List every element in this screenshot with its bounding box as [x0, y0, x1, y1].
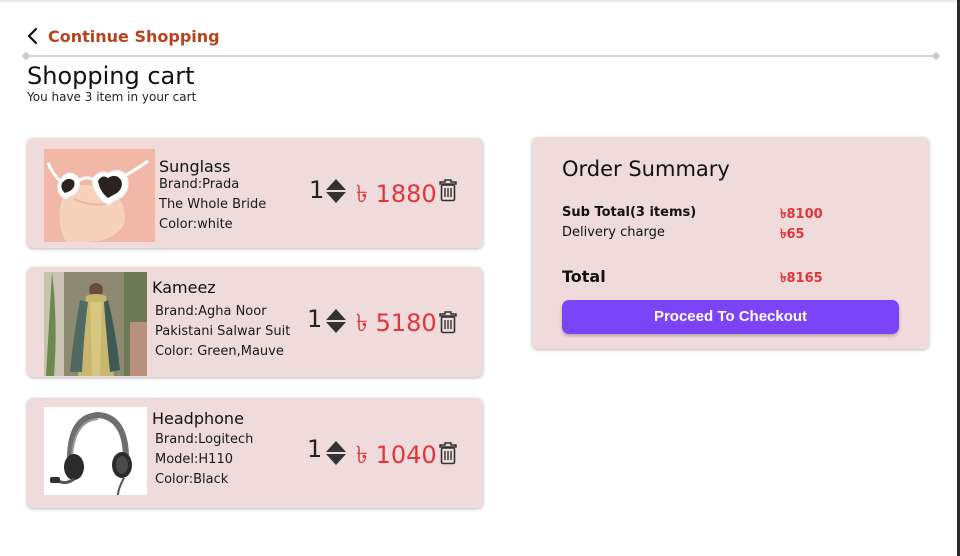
- order-summary-title: Order Summary: [562, 157, 730, 181]
- trash-icon[interactable]: [438, 310, 458, 334]
- delivery-charge-label: Delivery charge: [562, 225, 665, 240]
- subtotal-value: ৳8100: [780, 207, 823, 222]
- sunglass-image: [44, 149, 155, 242]
- item-quantity: 1: [307, 435, 323, 463]
- cart-item-sunglass: Sunglass Brand:Prada The Whole Bride Col…: [27, 138, 483, 248]
- window-top-edge: [0, 0, 960, 4]
- subtotal-label: Sub Total(3 items): [562, 205, 697, 220]
- item-details: Brand:Prada The Whole Bride Color:white: [159, 175, 266, 235]
- total-value: ৳8165: [780, 271, 823, 286]
- item-color: Color:Black: [155, 472, 229, 487]
- item-color: Color:white: [159, 217, 233, 232]
- trash-icon[interactable]: [438, 441, 458, 465]
- item-details: Brand:Agha Noor Pakistani Salwar Suit Co…: [155, 302, 290, 362]
- item-color: Color: Green,Mauve: [155, 344, 284, 359]
- item-detail: Pakistani Salwar Suit: [155, 324, 291, 339]
- order-summary-panel: Order Summary Sub Total(3 items) ৳8100 D…: [532, 137, 929, 349]
- item-name: Headphone: [152, 409, 244, 428]
- item-price: ৳ 1040: [356, 441, 437, 469]
- item-brand: Brand:Prada: [159, 177, 240, 192]
- continue-shopping-label: Continue Shopping: [48, 26, 220, 46]
- item-brand: Brand:Agha Noor: [155, 304, 267, 319]
- header-divider: [24, 55, 938, 57]
- item-name: Sunglass: [159, 157, 231, 176]
- quantity-stepper[interactable]: [325, 308, 347, 334]
- cart-count-text: You have 3 item in your cart: [27, 90, 197, 104]
- item-details: Brand:Logitech Model:H110 Color:Black: [155, 430, 253, 490]
- quantity-stepper[interactable]: [325, 178, 347, 204]
- continue-shopping-link[interactable]: Continue Shopping: [24, 26, 220, 46]
- cart-item-headphone: Headphone Brand:Logitech Model:H110 Colo…: [27, 398, 483, 508]
- item-brand: Brand:Logitech: [155, 432, 254, 447]
- total-label: Total: [562, 267, 606, 286]
- kameez-image: [44, 272, 147, 376]
- quantity-stepper[interactable]: [325, 440, 347, 466]
- item-price: ৳ 5180: [356, 309, 437, 337]
- page-title: Shopping cart: [27, 62, 195, 90]
- cart-item-kameez: Kameez Brand:Agha Noor Pakistani Salwar …: [27, 267, 483, 377]
- headphone-image: [44, 407, 147, 495]
- chevron-left-icon: [27, 27, 38, 45]
- item-model: Model:H110: [155, 452, 233, 467]
- item-price: ৳ 1880: [356, 180, 437, 208]
- trash-icon[interactable]: [438, 178, 458, 202]
- item-name: Kameez: [152, 278, 216, 297]
- item-detail: The Whole Bride: [159, 197, 267, 212]
- delivery-charge-value: ৳65: [780, 227, 805, 242]
- item-quantity: 1: [307, 305, 323, 333]
- item-quantity: 1: [309, 176, 325, 204]
- proceed-to-checkout-button[interactable]: Proceed To Checkout: [562, 300, 899, 334]
